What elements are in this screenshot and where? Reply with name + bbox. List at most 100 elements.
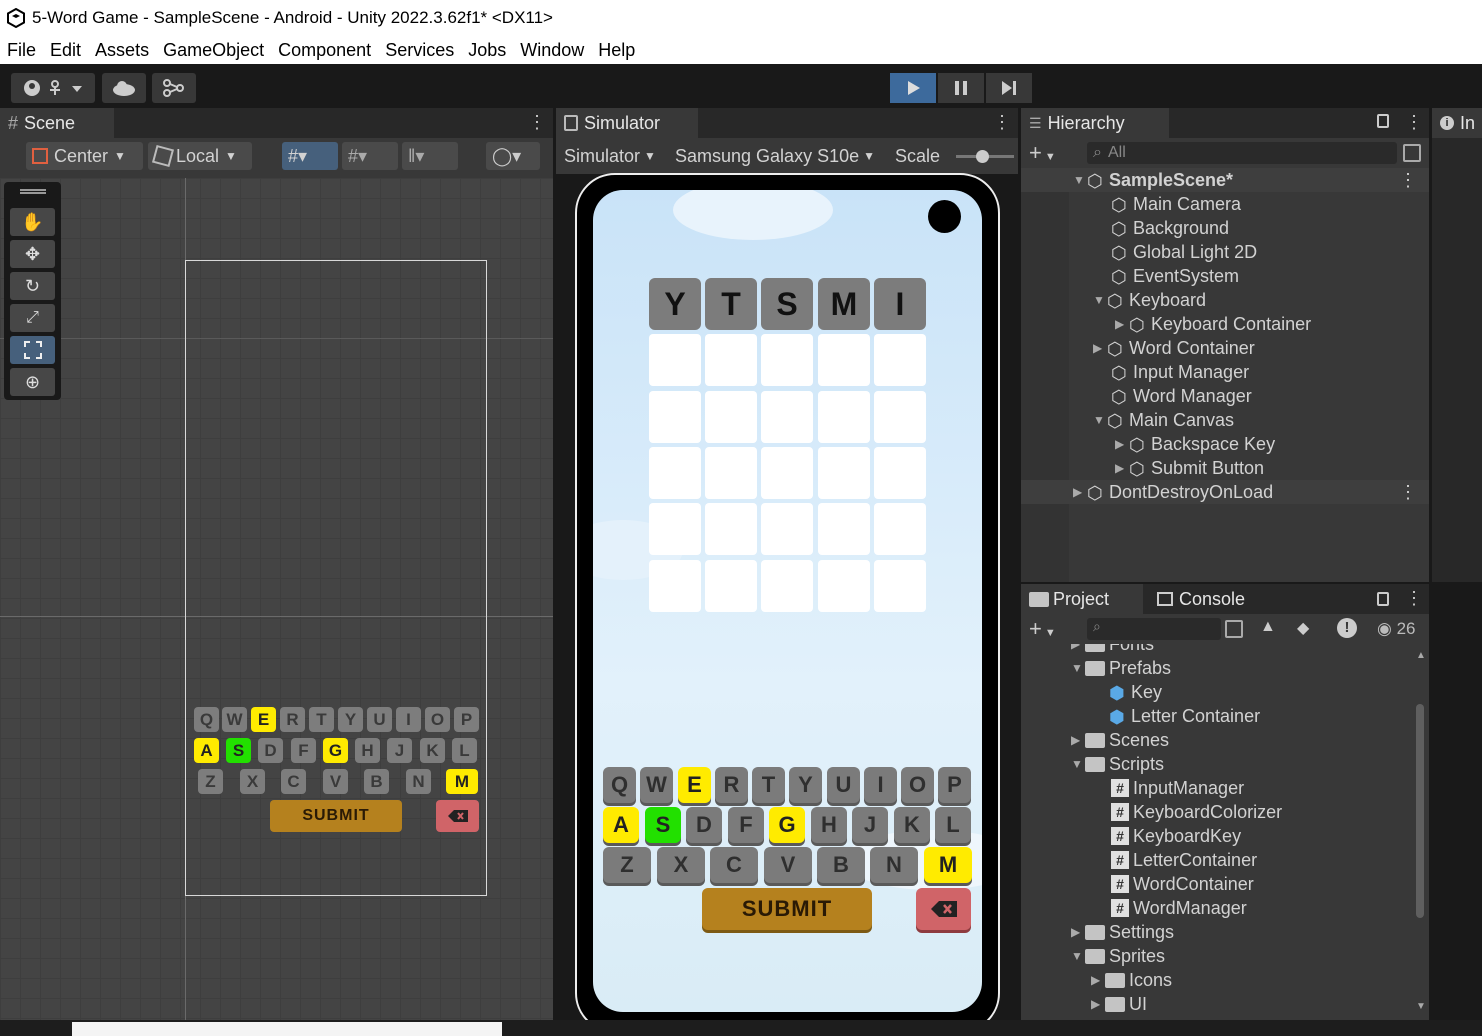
project-folder[interactable]: ▼ Sprites: [1021, 944, 1429, 968]
menu-services[interactable]: Services: [385, 40, 454, 61]
menu-edit[interactable]: Edit: [50, 40, 81, 61]
scrollbar-thumb[interactable]: [1416, 704, 1424, 918]
hierarchy-item[interactable]: ⬡ Input Manager: [1021, 360, 1429, 384]
key-f[interactable]: F: [728, 807, 764, 843]
project-folder[interactable]: ▶ Icons: [1021, 968, 1429, 992]
menu-jobs[interactable]: Jobs: [468, 40, 506, 61]
scene-menu-icon[interactable]: ⋮: [1399, 170, 1417, 191]
simulator-menu-icon[interactable]: ⋮: [993, 112, 1011, 133]
lock-icon[interactable]: [1377, 114, 1389, 128]
scale-slider-thumb[interactable]: [976, 150, 989, 163]
project-asset[interactable]: # WordContainer: [1021, 872, 1429, 896]
increment-snap-button[interactable]: #▾: [342, 142, 398, 170]
hierarchy-item[interactable]: ⬡ Global Light 2D: [1021, 240, 1429, 264]
key-g[interactable]: G: [769, 807, 805, 843]
mode-dropdown[interactable]: Simulator ▼: [564, 142, 656, 170]
grid-snap-button[interactable]: #▾: [282, 142, 338, 170]
filter-type-icon[interactable]: ▲: [1260, 618, 1276, 636]
key-o[interactable]: O: [901, 767, 934, 803]
device-dropdown[interactable]: Samsung Galaxy S10e ▼: [675, 142, 875, 170]
key-v[interactable]: V: [764, 847, 812, 883]
ddol-menu-icon[interactable]: ⋮: [1399, 482, 1417, 503]
key-j[interactable]: J: [852, 807, 888, 843]
account-button[interactable]: [11, 73, 95, 103]
project-asset[interactable]: # KeyboardColorizer: [1021, 800, 1429, 824]
backspace-button[interactable]: [916, 888, 971, 930]
project-folder[interactable]: ▼ Scripts: [1021, 752, 1429, 776]
rotate-tool-button[interactable]: ↻: [10, 272, 55, 300]
scale-slider[interactable]: [956, 150, 1014, 163]
taskbar-window-preview[interactable]: [72, 1022, 502, 1036]
hierarchy-item[interactable]: ⬡ EventSystem: [1021, 264, 1429, 288]
key-u[interactable]: U: [827, 767, 860, 803]
tab-project[interactable]: Project: [1021, 584, 1143, 614]
warning-icon[interactable]: !: [1337, 618, 1357, 638]
menu-component[interactable]: Component: [278, 40, 371, 61]
create-dropdown[interactable]: + ▼: [1029, 616, 1056, 642]
key-y[interactable]: Y: [789, 767, 822, 803]
key-b[interactable]: B: [817, 847, 865, 883]
cloud-button[interactable]: [102, 73, 146, 103]
project-asset[interactable]: ⬢ Letter Container: [1021, 704, 1429, 728]
menu-assets[interactable]: Assets: [95, 40, 149, 61]
hidden-packages-toggle[interactable]: ◉ 26: [1377, 619, 1416, 639]
pivot-dropdown[interactable]: Center ▼: [26, 142, 143, 170]
scene-menu-icon[interactable]: ⋮: [528, 112, 546, 133]
hierarchy-item[interactable]: ⬡ Word Manager: [1021, 384, 1429, 408]
lock-icon[interactable]: [1377, 592, 1389, 606]
filter-label-icon[interactable]: ◆: [1297, 618, 1309, 638]
key-p[interactable]: P: [938, 767, 971, 803]
menu-file[interactable]: File: [7, 40, 36, 61]
key-d[interactable]: D: [686, 807, 722, 843]
key-e[interactable]: E: [678, 767, 711, 803]
project-search-field[interactable]: ⌕: [1087, 618, 1221, 640]
tab-simulator[interactable]: Simulator: [556, 108, 698, 138]
hierarchy-item[interactable]: ▶ ⬡ Submit Button: [1021, 456, 1429, 480]
step-button[interactable]: [986, 73, 1032, 103]
hierarchy-item[interactable]: ▶ ⬡ Word Container: [1021, 336, 1429, 360]
tab-console[interactable]: Console: [1149, 584, 1265, 614]
create-dropdown[interactable]: + ▼: [1029, 140, 1056, 166]
project-folder[interactable]: ▶ Fonts: [1021, 644, 1429, 656]
play-button[interactable]: [890, 73, 936, 103]
project-asset[interactable]: ⬢ Key: [1021, 680, 1429, 704]
key-c[interactable]: C: [710, 847, 758, 883]
key-k[interactable]: K: [894, 807, 930, 843]
scroll-up-icon[interactable]: ▲: [1416, 650, 1426, 661]
pause-button[interactable]: [938, 73, 984, 103]
project-folder[interactable]: ▶ UI: [1021, 992, 1429, 1016]
hand-tool-button[interactable]: ✋: [10, 208, 55, 236]
ddol-root[interactable]: ▶ ⬡ DontDestroyOnLoad ⋮: [1021, 480, 1429, 504]
key-w[interactable]: W: [640, 767, 673, 803]
tool-strip-handle[interactable]: [20, 189, 46, 194]
hierarchy-item[interactable]: ▶ ⬡ Backspace Key: [1021, 432, 1429, 456]
menu-gameobject[interactable]: GameObject: [163, 40, 264, 61]
project-folder[interactable]: ▼ Prefabs: [1021, 656, 1429, 680]
hierarchy-item[interactable]: ▶ ⬡ Keyboard Container: [1021, 312, 1429, 336]
key-x[interactable]: X: [657, 847, 705, 883]
tab-inspector[interactable]: i In: [1432, 108, 1482, 138]
project-asset[interactable]: # InputManager: [1021, 776, 1429, 800]
hierarchy-item[interactable]: ⬡ Main Camera: [1021, 192, 1429, 216]
menu-window[interactable]: Window: [520, 40, 584, 61]
scene-visibility-icon[interactable]: [1403, 144, 1421, 162]
tab-scene[interactable]: # Scene: [0, 108, 114, 138]
scroll-down-icon[interactable]: ▼: [1416, 1001, 1426, 1012]
key-s[interactable]: S: [645, 807, 681, 843]
collab-button[interactable]: [152, 73, 196, 103]
menu-help[interactable]: Help: [598, 40, 635, 61]
project-scrollbar[interactable]: ▲ ▼: [1414, 650, 1426, 1012]
hierarchy-search-field[interactable]: ⌕ All: [1087, 142, 1397, 164]
hierarchy-item[interactable]: ▼ ⬡ Keyboard: [1021, 288, 1429, 312]
search-by-type-icon[interactable]: [1225, 620, 1243, 638]
scene-root[interactable]: ▼ ⬡ SampleScene* ⋮: [1021, 168, 1429, 192]
transform-tool-button[interactable]: ⊕: [10, 368, 55, 396]
key-z[interactable]: Z: [603, 847, 651, 883]
move-tool-button[interactable]: ✥: [10, 240, 55, 268]
project-asset[interactable]: # WordManager: [1021, 896, 1429, 920]
hierarchy-item[interactable]: ⬡ Background: [1021, 216, 1429, 240]
key-m[interactable]: M: [924, 847, 972, 883]
hierarchy-menu-icon[interactable]: ⋮: [1405, 112, 1423, 133]
rect-tool-button[interactable]: [10, 336, 55, 364]
tab-hierarchy[interactable]: ☰ Hierarchy: [1021, 108, 1169, 138]
